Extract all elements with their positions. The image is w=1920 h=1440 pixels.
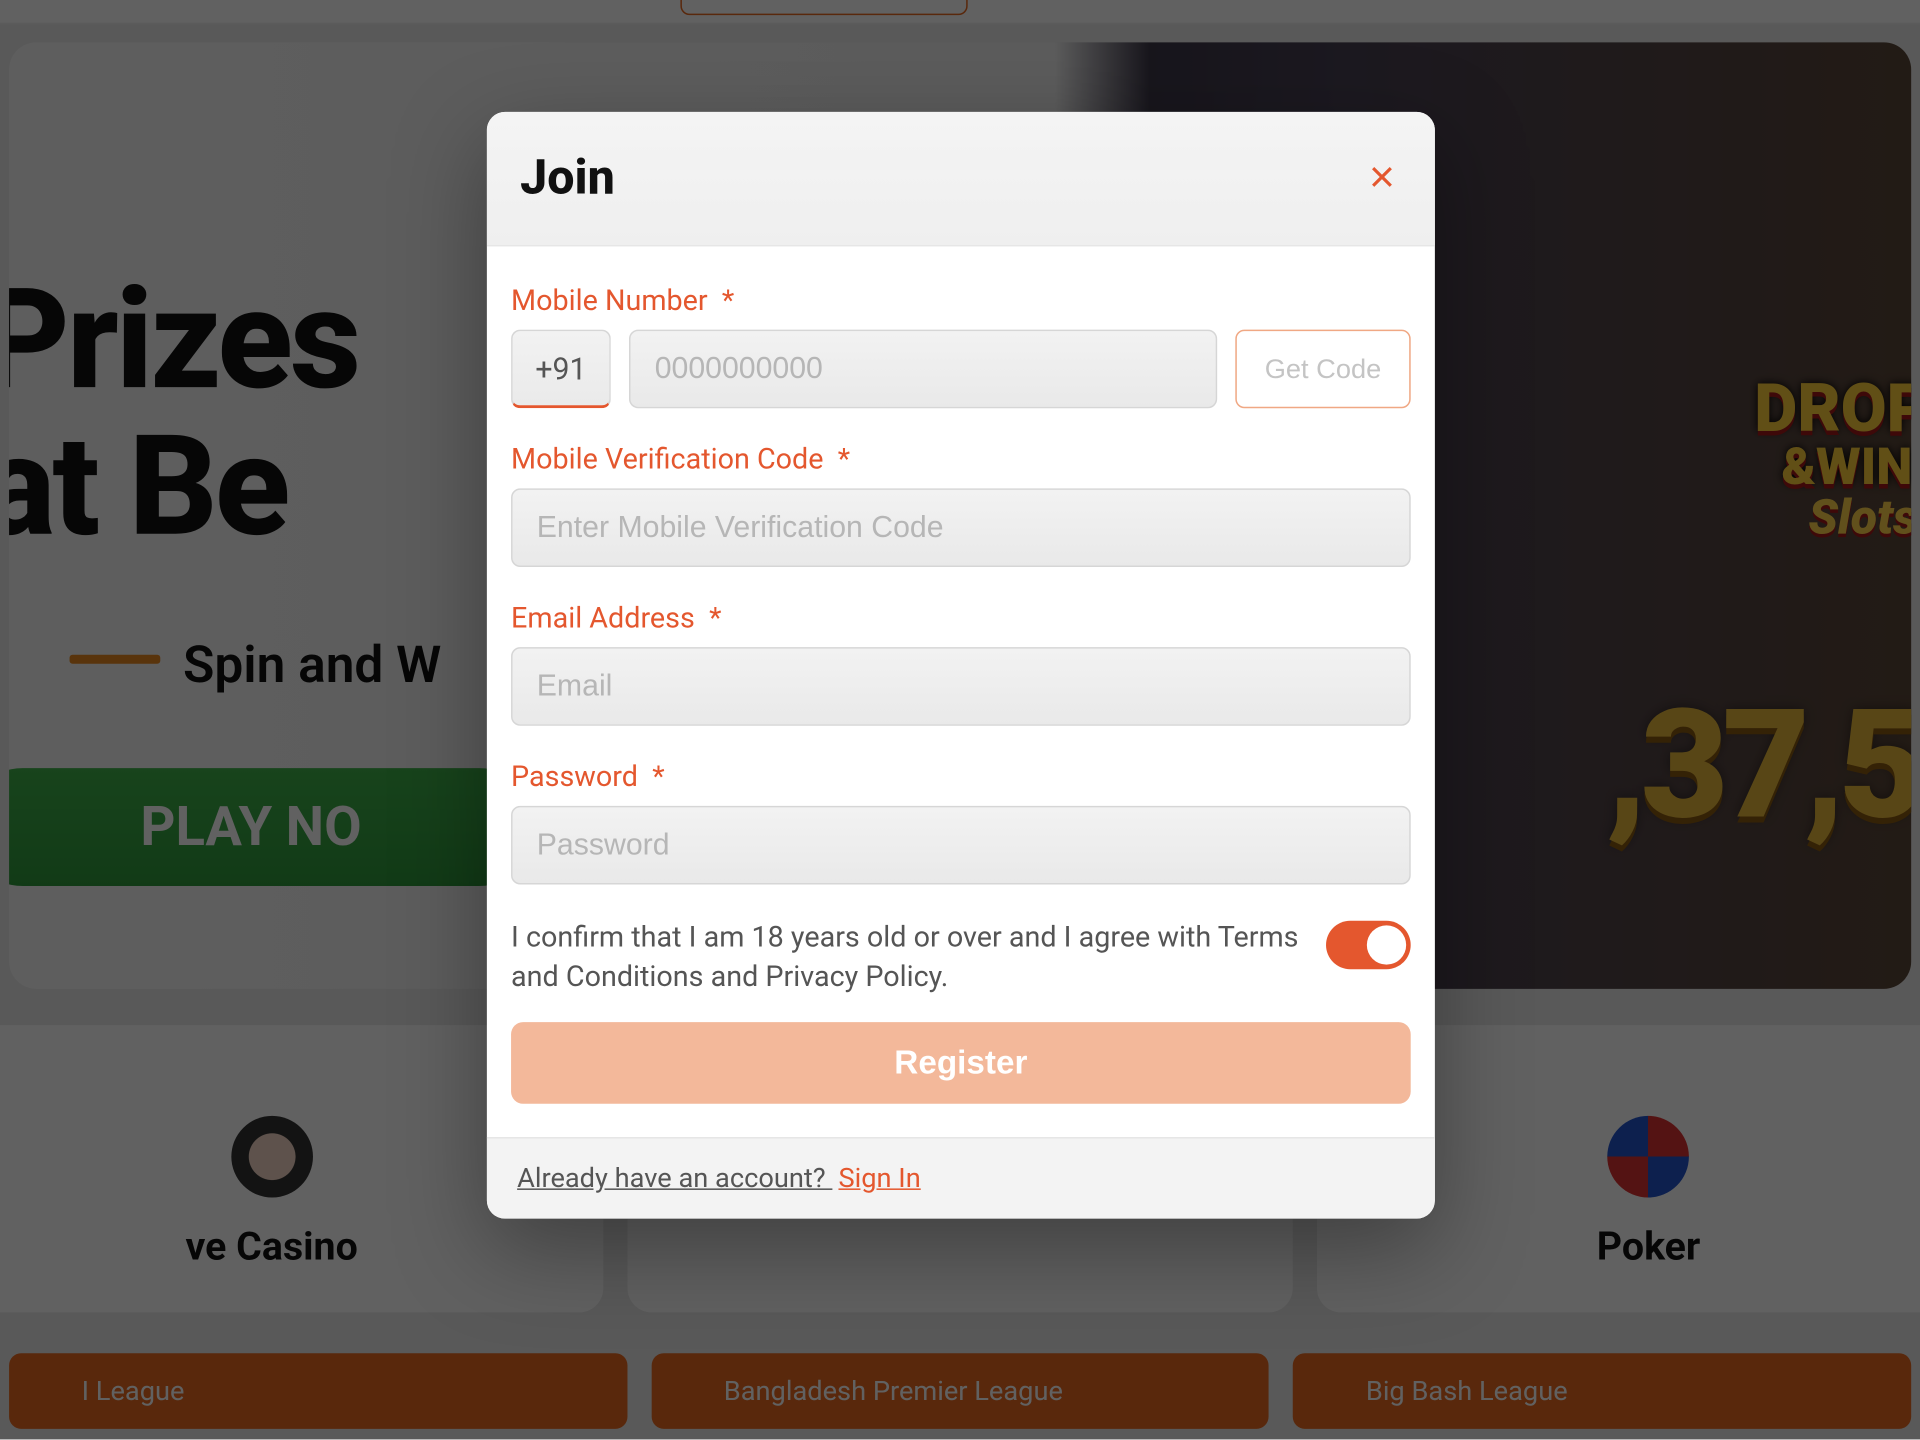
- email-input[interactable]: [511, 647, 1411, 726]
- get-code-button[interactable]: Get Code: [1235, 330, 1410, 409]
- age-confirm-toggle[interactable]: [1326, 921, 1411, 969]
- age-confirm-text: I confirm that I am 18 years old or over…: [511, 918, 1299, 996]
- field-email: Email Address *: [511, 600, 1411, 725]
- verification-label: Mobile Verification Code *: [511, 442, 1411, 477]
- register-button[interactable]: Register: [511, 1023, 1411, 1105]
- modal-header: Join: [487, 112, 1435, 247]
- email-label: Email Address *: [511, 600, 1411, 635]
- modal-title: Join: [520, 148, 615, 205]
- modal-footer: Already have an account? Sign In: [487, 1137, 1435, 1219]
- verification-code-input[interactable]: [511, 488, 1411, 567]
- country-code-prefix[interactable]: +91: [511, 330, 611, 409]
- close-icon[interactable]: [1362, 157, 1401, 196]
- password-label: Password *: [511, 759, 1411, 794]
- password-input[interactable]: [511, 806, 1411, 885]
- mobile-number-input[interactable]: [629, 330, 1217, 409]
- field-password: Password *: [511, 759, 1411, 884]
- age-confirm-row: I confirm that I am 18 years old or over…: [511, 918, 1411, 996]
- join-modal: Join Mobile Number * +91 Get Code Mobile…: [487, 112, 1435, 1219]
- already-account-text: Already have an account?: [517, 1163, 832, 1195]
- sign-in-link[interactable]: Sign In: [838, 1163, 920, 1195]
- field-mobile-number: Mobile Number * +91 Get Code: [511, 283, 1411, 408]
- mobile-label: Mobile Number *: [511, 283, 1411, 318]
- modal-body: Mobile Number * +91 Get Code Mobile Veri…: [487, 246, 1435, 1137]
- field-verification-code: Mobile Verification Code *: [511, 442, 1411, 567]
- toggle-knob: [1367, 925, 1406, 964]
